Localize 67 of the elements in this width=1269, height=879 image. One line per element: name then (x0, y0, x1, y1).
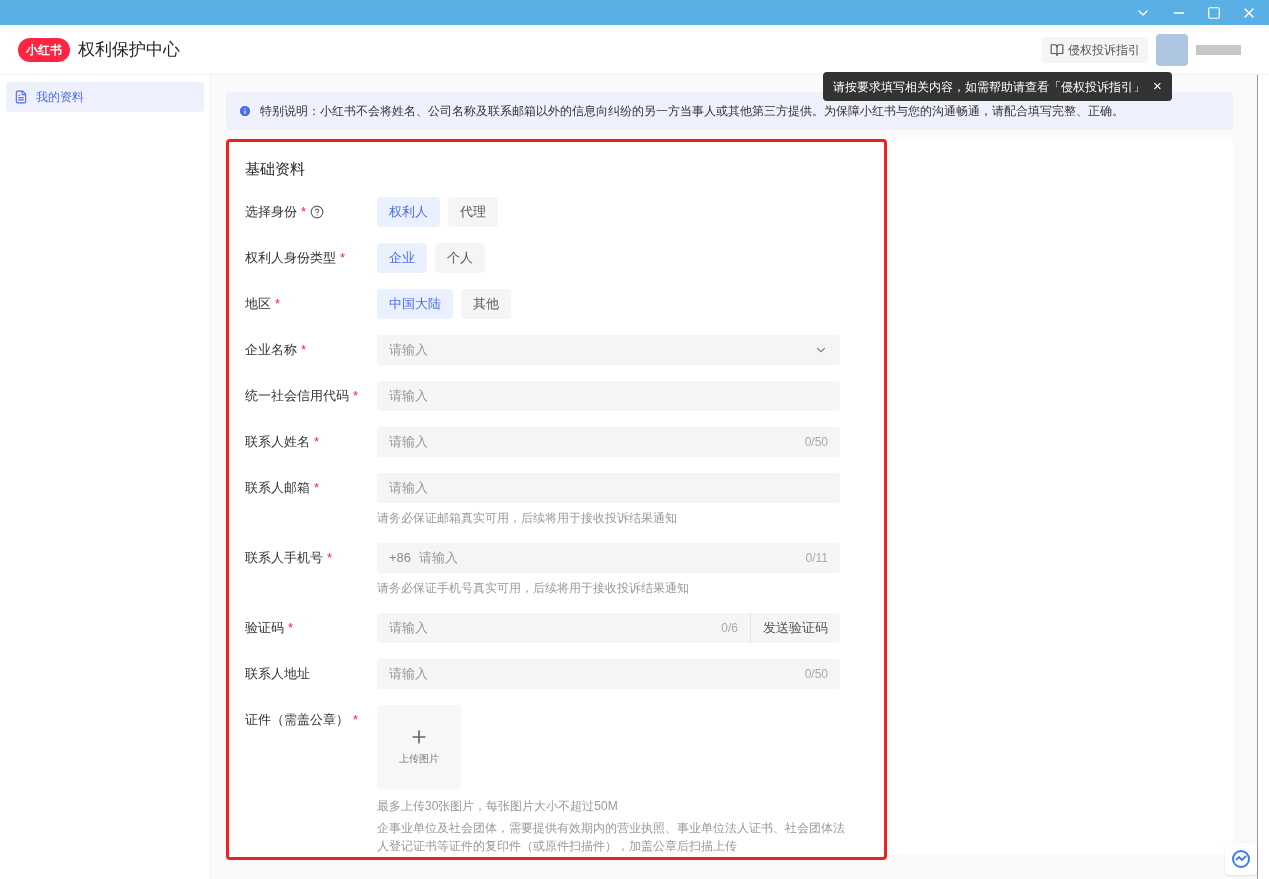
input-field[interactable]: 请输入 (389, 431, 797, 452)
text-field[interactable]: +86 请输入 0/11 (377, 542, 840, 573)
guide-button[interactable]: 侵权投诉指引 (1042, 36, 1148, 63)
send-code-button[interactable]: 发送验证码 (750, 612, 840, 643)
input-field[interactable]: 请输入 (389, 617, 714, 638)
tooltip-text: 请按要求填写相关内容，如需帮助请查看「侵权投诉指引」 (833, 78, 1145, 96)
input-field[interactable]: 请输入 (389, 385, 828, 406)
field-label: 联系人姓名 (245, 432, 310, 451)
char-counter: 0/6 (721, 619, 738, 637)
text-field[interactable]: 请输入 (377, 380, 840, 411)
sidebar-item[interactable]: 我的资料 (6, 82, 204, 112)
option-button[interactable]: 其他 (461, 288, 511, 319)
required-mark: * (314, 432, 320, 451)
field-label: 企业名称 (245, 340, 297, 359)
hint-text: 请务必保证手机号真实可用，后续将用于接收投诉结果通知 (377, 579, 690, 597)
field-label: 权利人身份类型 (245, 248, 336, 267)
char-counter: 0/50 (804, 665, 828, 683)
option-button[interactable]: 企业 (377, 242, 427, 273)
assistant-button[interactable] (1225, 843, 1257, 875)
required-mark: * (327, 548, 333, 567)
input-field[interactable]: 请输入 (419, 547, 798, 568)
char-counter: 0/11 (805, 549, 828, 567)
text-field[interactable]: 请输入 0/6 发送验证码 (377, 612, 840, 643)
text-field[interactable]: 请输入 (377, 472, 840, 503)
required-mark: * (288, 618, 294, 637)
required-mark: * (353, 386, 359, 405)
required-mark: * (301, 202, 307, 221)
logo: 小红书 (18, 37, 70, 62)
required-mark: * (301, 340, 307, 359)
hint-text: 最多上传30张图片，每张图片大小不超过50M (377, 797, 619, 815)
tooltip-close-button[interactable]: × (1153, 75, 1162, 98)
document-icon (14, 90, 28, 104)
field-label: 联系人地址 (245, 664, 310, 683)
required-mark: * (340, 248, 346, 267)
blurred-name (1196, 44, 1241, 55)
hint-text: 企事业单位及社会团体，需要提供有效期内的营业执照、事业单位法人证书、社会团体法人登记证书等证件的复印件（或原件扫描件），加盖公章后扫描上传 (377, 819, 846, 855)
field-label: 选择身份 (245, 202, 297, 221)
upload-button[interactable]: 上传图片 (377, 704, 461, 789)
field-label: 统一社会信用代码 (245, 386, 349, 405)
option-button[interactable]: 代理 (448, 196, 498, 227)
field-label: 验证码 (245, 618, 284, 637)
required-mark: * (353, 710, 359, 729)
required-mark: * (275, 294, 281, 313)
assistant-icon (1232, 850, 1250, 868)
field-label: 地区 (245, 294, 271, 313)
field-label: 联系人邮箱 (245, 478, 310, 497)
placeholder-text: 请输入 (389, 340, 429, 359)
help-icon[interactable] (310, 204, 325, 219)
info-icon (238, 104, 252, 118)
country-code: +86 (389, 548, 412, 567)
required-mark: * (314, 478, 320, 497)
option-button[interactable]: 中国大陆 (377, 288, 453, 319)
avatar[interactable] (1156, 33, 1188, 66)
book-icon (1050, 42, 1064, 57)
hint-text: 请务必保证邮箱真实可用，后续将用于接收投诉结果通知 (377, 509, 678, 527)
app-title: 权利保护中心 (78, 38, 180, 61)
field-label: 联系人手机号 (245, 548, 323, 567)
notice-text: 特别说明：小红书不会将姓名、公司名称及联系邮箱以外的信息向纠纷的另一方当事人或其他第三方提供。为保障小红书与您的沟通畅通，请配合填写完整、正确。 (260, 103, 1124, 120)
field-label: 证件（需盖公章） (245, 710, 349, 729)
input-field[interactable]: 请输入 (389, 477, 828, 498)
maximize-icon[interactable] (1207, 5, 1221, 20)
select-field[interactable]: 请输入 (377, 334, 840, 365)
char-counter: 0/50 (804, 433, 828, 451)
section-title: 基础资料 (245, 159, 306, 179)
input-field[interactable]: 请输入 (389, 663, 797, 684)
option-button[interactable]: 个人 (435, 242, 485, 273)
option-button[interactable]: 权利人 (377, 196, 440, 227)
